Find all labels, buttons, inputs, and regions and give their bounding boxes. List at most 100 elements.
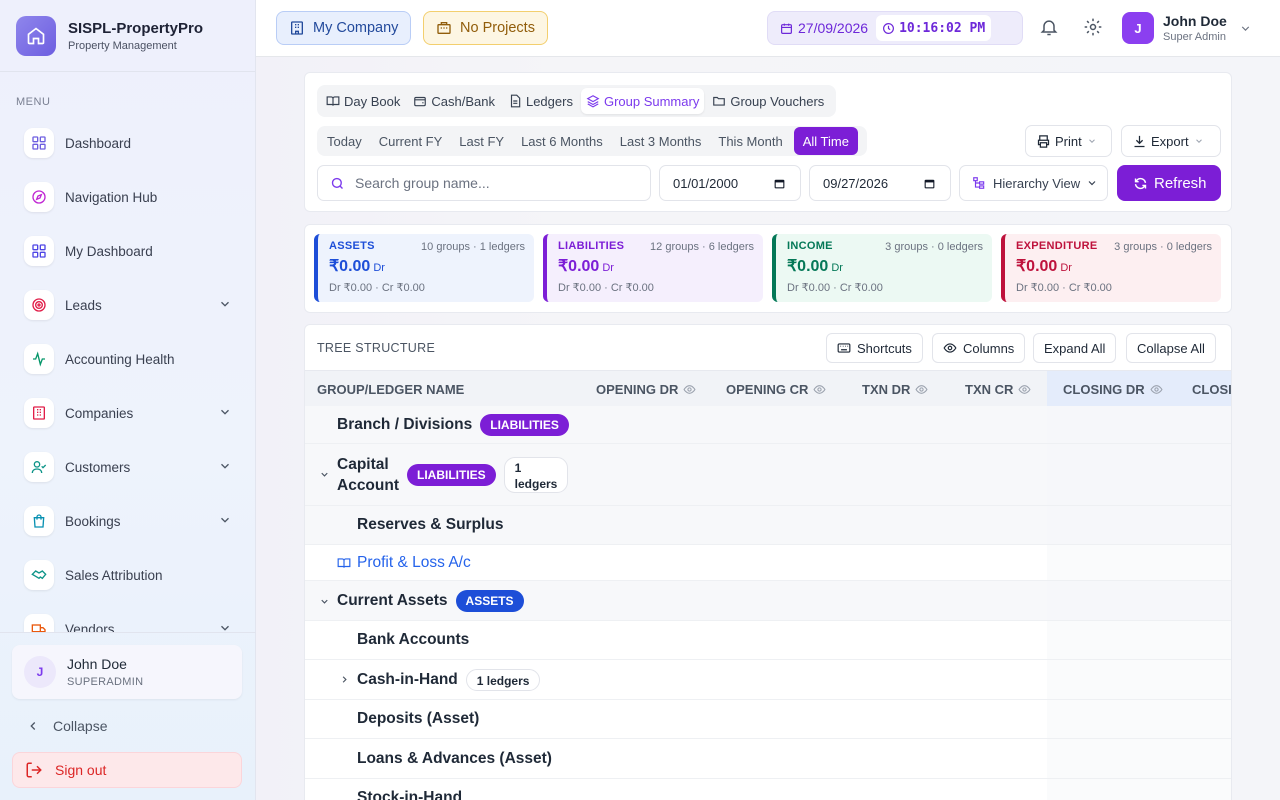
brand-subtitle: Property Management	[68, 39, 177, 52]
sidebar-item-vendors[interactable]: Vendors	[12, 602, 244, 632]
table-row[interactable]: Current Assets ASSETS	[305, 581, 1231, 621]
refresh-label: Refresh	[1154, 174, 1207, 192]
clock-icon	[883, 22, 895, 34]
table-header: GROUP/LEDGER NAME OPENING DR OPENING CR …	[305, 370, 1231, 407]
current-time: 10:16:02 PM	[899, 20, 986, 36]
tab-group-vouchers[interactable]: Group Vouchers	[707, 88, 829, 114]
summary-card-liabilities[interactable]: LIABILITIES 12 groups · 6 ledgers ₹0.00 D…	[543, 234, 763, 302]
table-row[interactable]: Reserves & Surplus	[305, 506, 1231, 545]
export-button[interactable]: Export	[1121, 125, 1221, 157]
table-row[interactable]: Stock-in-Hand	[305, 779, 1231, 800]
tab-cash-bank[interactable]: Cash/Bank	[408, 88, 500, 114]
tab-label: Group Summary	[603, 93, 700, 109]
col-txn-dr[interactable]: TXN DR	[862, 371, 928, 407]
tab-group-summary[interactable]: Group Summary	[580, 88, 705, 114]
sidebar-user-card[interactable]: J John Doe SUPERADMIN	[12, 645, 242, 699]
wallet-icon	[414, 96, 427, 107]
period-current-fy[interactable]: Current FY	[373, 127, 449, 155]
table-row[interactable]: Branch / Divisions LIABILITIES	[305, 406, 1231, 444]
ledger-link[interactable]: Profit & Loss A/c	[357, 554, 471, 572]
datetime-display: 27/09/2026 10:16:02 PM	[767, 11, 1023, 45]
tab-day-book[interactable]: Day Book	[321, 88, 405, 114]
chevron-right-icon[interactable]	[339, 674, 350, 685]
layers-icon	[586, 95, 600, 108]
summary-card-expenditure[interactable]: EXPENDITURE 3 groups · 0 ledgers ₹0.00 Dr…	[1001, 234, 1221, 302]
table-row[interactable]: Cash-in-Hand 1 ledgers	[305, 660, 1231, 700]
sidebar-item-my-dashboard[interactable]: My Dashboard	[12, 224, 244, 278]
summary-card-assets[interactable]: ASSETS 10 groups · 1 ledgers ₹0.00 Dr Dr …	[314, 234, 534, 302]
shortcuts-button[interactable]: Shortcuts	[826, 333, 923, 363]
sidebar-item-sales-attribution[interactable]: Sales Attribution	[12, 548, 244, 602]
user-role: Super Admin	[1163, 31, 1226, 43]
col-closing-dr[interactable]: CLOSING DR	[1063, 371, 1163, 407]
chevron-down-icon[interactable]	[319, 596, 330, 607]
table-row[interactable]: Bank Accounts	[305, 621, 1231, 660]
project-selector[interactable]: No Projects	[423, 11, 548, 45]
from-date-input[interactable]: 01/01/2000	[659, 165, 801, 201]
refresh-button[interactable]: Refresh	[1117, 165, 1221, 201]
to-date-input[interactable]: 09/27/2026	[809, 165, 951, 201]
table-row[interactable]: Loans & Advances (Asset)	[305, 739, 1231, 779]
chevron-down-icon[interactable]	[319, 469, 330, 480]
sidebar-item-bookings[interactable]: Bookings	[12, 494, 244, 548]
sign-out-button[interactable]: Sign out	[12, 752, 242, 788]
eye-icon	[813, 384, 826, 394]
chevron-down-icon	[221, 517, 229, 523]
filter-panel: Day Book Cash/Bank Ledgers Group Summary…	[304, 72, 1232, 212]
calendar-icon	[924, 179, 935, 189]
columns-label: Columns	[963, 340, 1015, 356]
sidebar-item-leads[interactable]: Leads	[12, 278, 244, 332]
building-icon	[24, 398, 54, 428]
col-opening-dr[interactable]: OPENING DR	[596, 371, 696, 407]
period-last-6-months[interactable]: Last 6 Months	[515, 127, 609, 155]
settings-button[interactable]	[1083, 16, 1103, 38]
card-subtotal: Dr ₹0.00 · Cr ₹0.00	[787, 282, 883, 294]
period-last-fy[interactable]: Last FY	[453, 127, 510, 155]
notifications-button[interactable]	[1039, 16, 1059, 38]
summary-card-income[interactable]: INCOME 3 groups · 0 ledgers ₹0.00 Dr Dr ₹…	[772, 234, 992, 302]
sidebar-footer: J John Doe SUPERADMIN Collapse Sign out	[0, 632, 256, 800]
col-closing-cr[interactable]: CLOSI	[1192, 371, 1231, 407]
sidebar-item-label: Sales Attribution	[65, 567, 163, 583]
tab-label: Ledgers	[525, 93, 573, 109]
ledger-count-pill: 1 ledgers	[503, 456, 569, 493]
card-amount-wrap: ₹0.00 Dr	[558, 256, 763, 276]
collapse-button[interactable]: Collapse	[12, 711, 242, 741]
print-button[interactable]: Print	[1025, 125, 1112, 157]
table-row[interactable]: Capital Account LIABILITIES 1 ledgers	[305, 444, 1231, 506]
sidebar-item-dashboard[interactable]: Dashboard	[12, 116, 244, 170]
period-today[interactable]: Today	[321, 127, 368, 155]
company-label: My Company	[313, 20, 399, 36]
period-this-month[interactable]: This Month	[712, 127, 788, 155]
tab-ledgers[interactable]: Ledgers	[503, 88, 578, 114]
columns-button[interactable]: Columns	[932, 333, 1026, 363]
expand-all-button[interactable]: Expand All	[1033, 333, 1117, 363]
sidebar-item-navigation-hub[interactable]: Navigation Hub	[12, 170, 244, 224]
view-mode-select[interactable]: Hierarchy View	[959, 165, 1108, 201]
table-row[interactable]: Deposits (Asset)	[305, 700, 1231, 739]
sidebar-item-customers[interactable]: Customers	[12, 440, 244, 494]
chevron-down-icon	[221, 463, 229, 469]
company-selector[interactable]: My Company	[276, 11, 412, 45]
collapse-all-button[interactable]: Collapse All	[1126, 333, 1216, 363]
col-txn-cr[interactable]: TXN CR	[965, 371, 1031, 407]
sidebar-item-companies[interactable]: Companies	[12, 386, 244, 440]
shopping-bag-icon	[24, 506, 54, 536]
to-date-value: 09/27/2026	[823, 175, 889, 191]
brand[interactable]: SISPL-PropertyPro Property Management	[0, 0, 255, 72]
sidebar-item-label: Companies	[65, 405, 134, 421]
search-input[interactable]: Search group name...	[317, 165, 651, 201]
download-icon	[1134, 135, 1145, 147]
chevron-down-icon	[221, 301, 229, 307]
col-opening-cr[interactable]: OPENING CR	[726, 371, 826, 407]
period-all-time[interactable]: All Time	[793, 127, 858, 155]
sidebar-item-accounting-health[interactable]: Accounting Health	[12, 332, 244, 386]
table-row[interactable]: Profit & Loss A/c	[305, 545, 1231, 581]
period-last-3-months[interactable]: Last 3 Months	[614, 127, 708, 155]
book-open-icon	[337, 557, 351, 568]
col-label: OPENING CR	[726, 381, 809, 397]
col-name[interactable]: GROUP/LEDGER NAME	[317, 371, 464, 407]
user-menu[interactable]: J John Doe Super Admin	[1122, 10, 1252, 46]
closing-cell	[1047, 545, 1231, 580]
shortcuts-label: Shortcuts	[857, 340, 912, 356]
